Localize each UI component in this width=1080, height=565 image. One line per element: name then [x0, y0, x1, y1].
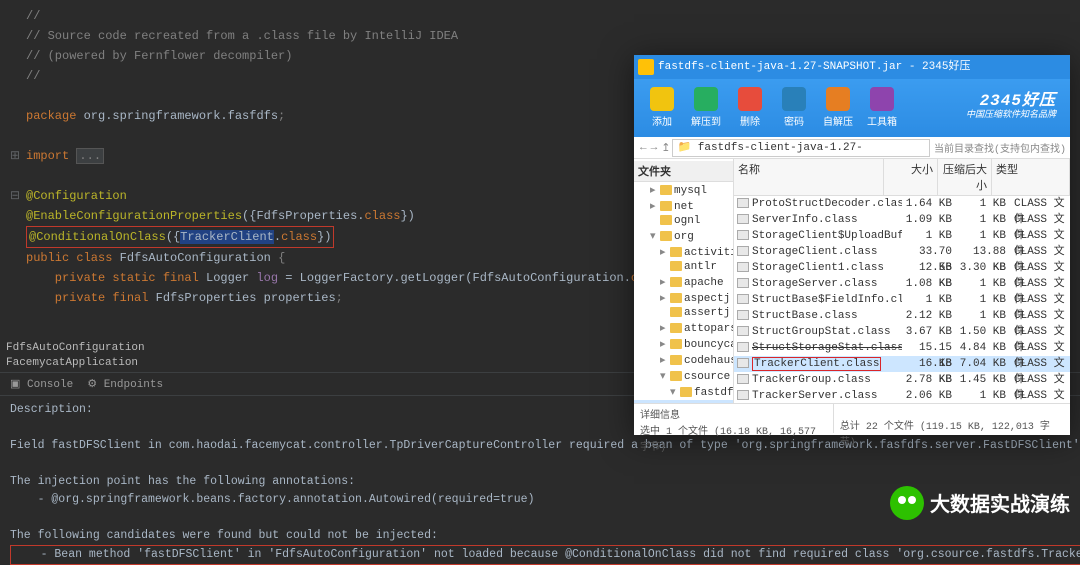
tree-node[interactable]: ▾fastdfs-clie [634, 384, 733, 400]
search-hint: 当前目录查找(支持包内查找) [934, 140, 1066, 156]
tree-node[interactable]: ▸aspectj [634, 290, 733, 306]
tree-node[interactable]: ▸mysql [634, 182, 733, 198]
tree-node[interactable]: ▾org [634, 228, 733, 244]
file-row[interactable]: StructBase.class2.12 KB1 KBCLASS 文件 [734, 308, 1070, 324]
tree-node[interactable]: ▸activiti [634, 244, 733, 260]
tree-node[interactable]: ▾csource [634, 368, 733, 384]
add-button[interactable]: 添加 [640, 87, 684, 129]
endpoints-tab[interactable]: ⚙ Endpoints [87, 377, 163, 391]
tree-node[interactable]: assertj [634, 306, 733, 320]
back-icon[interactable]: ← [640, 142, 647, 154]
tree-node[interactable]: ▸apache [634, 274, 733, 290]
selfx-button[interactable]: 自解压 [816, 87, 860, 129]
tree-node[interactable]: ognl [634, 214, 733, 228]
file-row[interactable]: TrackerGroup.class2.78 KB1.45 KBCLASS 文件 [734, 372, 1070, 388]
archive-toolbar: 添加 解压到 删除 密码 自解压 工具箱 2345好压中国压缩软件知名品牌 [634, 79, 1070, 137]
file-row[interactable]: StorageClient.class33.70 KB13.88 KBCLASS… [734, 244, 1070, 260]
fold-icon[interactable]: ⊟ [8, 186, 22, 206]
tree-header: 文件夹 [634, 161, 733, 182]
error-highlight: - Bean method 'fastDFSClient' in 'FdfsAu… [10, 545, 1080, 565]
up-icon[interactable]: ↥ [661, 141, 670, 155]
tree-node[interactable]: ▸bouncycastle [634, 336, 733, 352]
wechat-watermark: 大数据实战演练 [890, 486, 1070, 520]
conditional-annotation-highlight: @ConditionalOnClass({TrackerClient.class… [26, 226, 334, 248]
file-row[interactable]: StructStorageStat.class15.15 KB4.84 KBCL… [734, 340, 1070, 356]
folder-tree[interactable]: 文件夹 ▸mysql▸net ognl▾org▸activiti antlr▸a… [634, 159, 734, 403]
tree-node[interactable]: ▸net [634, 198, 733, 214]
tree-node[interactable]: ▸1.27-SNA [634, 400, 733, 403]
breadcrumb: ← → ↥ 📁 fastdfs-client-java-1.27-SNAPSHO… [634, 137, 1070, 159]
file-tab[interactable]: FdfsAutoConfiguration [0, 340, 151, 356]
archive-window: fastdfs-client-java-1.27-SNAPSHOT.jar - … [634, 55, 1070, 435]
run-config-tab[interactable]: FacemycatApplication [6, 357, 138, 369]
file-list[interactable]: 名称 大小 压缩后大小 类型 ProtoStructDecoder.class1… [734, 159, 1070, 403]
delete-button[interactable]: 删除 [728, 87, 772, 129]
file-row[interactable]: StructBase$FieldInfo.class1 KB1 KBCLASS … [734, 292, 1070, 308]
file-row[interactable]: StorageClient$UploadBuff.cl...1 KB1 KBCL… [734, 228, 1070, 244]
fwd-icon[interactable]: → [651, 142, 658, 154]
file-row[interactable]: ServerInfo.class1.09 KB1 KBCLASS 文件 [734, 212, 1070, 228]
tree-node[interactable]: antlr [634, 260, 733, 274]
extract-button[interactable]: 解压到 [684, 87, 728, 129]
password-button[interactable]: 密码 [772, 87, 816, 129]
brand-logo: 2345好压中国压缩软件知名品牌 [966, 94, 1064, 122]
file-row[interactable]: TrackerClient.class16.18 KB7.04 KBCLASS … [734, 356, 1070, 372]
console-tab[interactable]: ▣ Console [10, 377, 73, 391]
file-row[interactable]: StructGroupStat.class3.67 KB1.50 KBCLASS… [734, 324, 1070, 340]
status-bar: 详细信息选中 1 个文件 (16.18 KB, 16,577 字节) 总计 22… [634, 403, 1070, 433]
tools-button[interactable]: 工具箱 [860, 87, 904, 129]
file-row[interactable]: StorageServer.class1.08 KB1 KBCLASS 文件 [734, 276, 1070, 292]
file-row[interactable]: TrackerServer.class2.06 KB1 KBCLASS 文件 [734, 388, 1070, 403]
window-title[interactable]: fastdfs-client-java-1.27-SNAPSHOT.jar - … [634, 55, 1070, 79]
tree-node[interactable]: ▸attoparser [634, 320, 733, 336]
file-row[interactable]: StorageClient1.class12.56 KB3.30 KBCLASS… [734, 260, 1070, 276]
fold-icon[interactable]: ⊞ [8, 146, 22, 166]
wechat-icon [890, 486, 924, 520]
path-input[interactable]: 📁 fastdfs-client-java-1.27-SNAPSHOT.jar\… [672, 139, 930, 157]
list-header[interactable]: 名称 大小 压缩后大小 类型 [734, 159, 1070, 196]
file-row[interactable]: ProtoStructDecoder.class1.64 KB1 KBCLASS… [734, 196, 1070, 212]
tree-node[interactable]: ▸codehaus [634, 352, 733, 368]
